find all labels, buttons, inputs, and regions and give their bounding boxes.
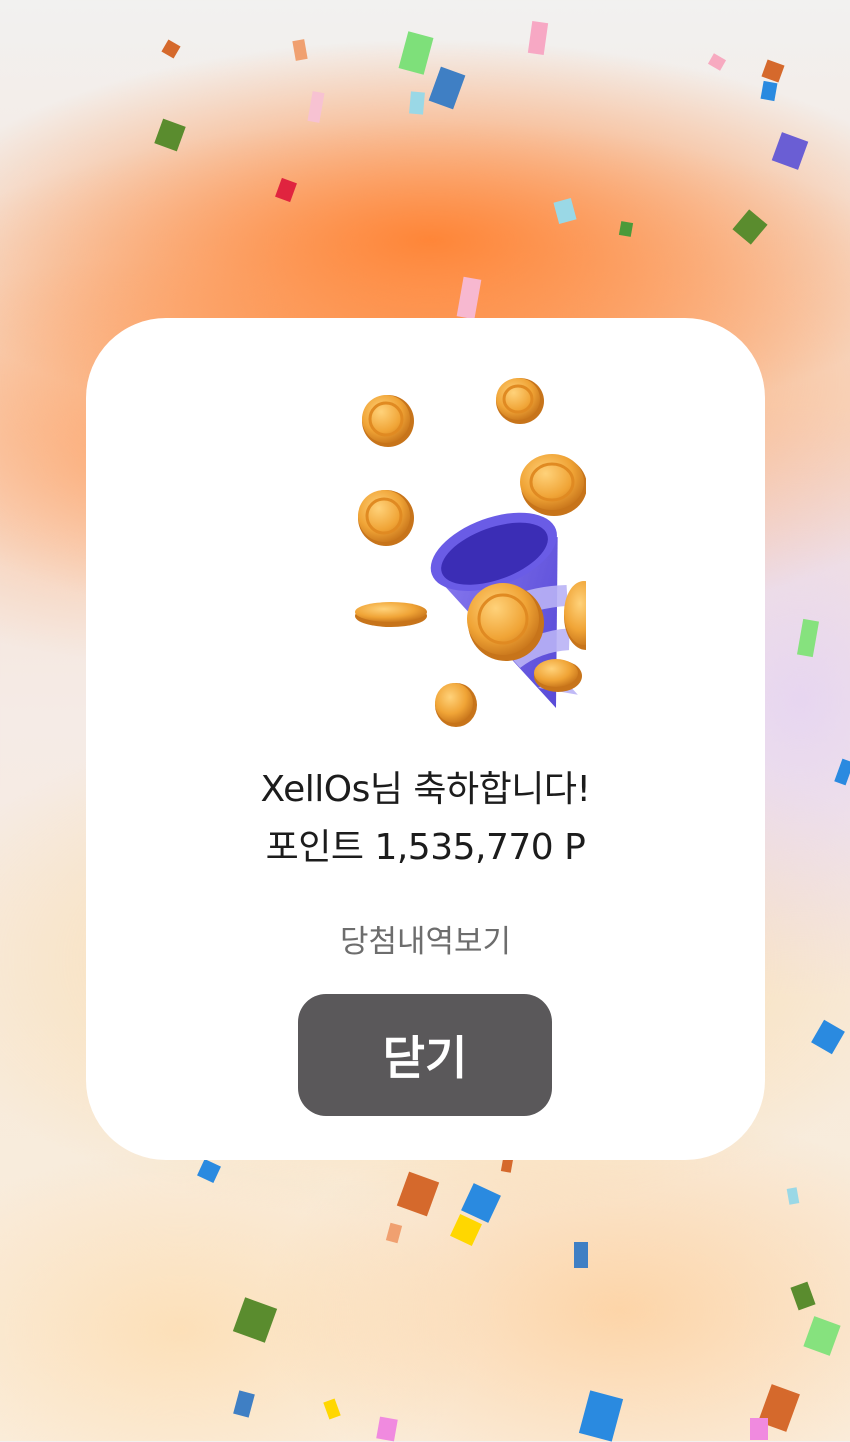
confetti-piece bbox=[154, 118, 186, 152]
confetti-piece bbox=[428, 66, 466, 110]
points-amount: 포인트 1,535,770 P bbox=[265, 827, 586, 868]
confetti-piece bbox=[323, 1398, 341, 1420]
confetti-piece bbox=[790, 1281, 816, 1311]
confetti-piece bbox=[456, 276, 482, 320]
confetti-piece bbox=[385, 1222, 403, 1244]
confetti-piece bbox=[376, 1416, 398, 1442]
reward-dialog: XellOs님 축하합니다! 포인트 1,535,770 P 당첨내역보기 닫기 bbox=[86, 318, 765, 1160]
confetti-piece bbox=[761, 59, 785, 83]
confetti-piece bbox=[786, 1187, 800, 1205]
congratulations-message: XellOs님 축하합니다! bbox=[260, 769, 591, 810]
view-history-link[interactable]: 당첨내역보기 bbox=[86, 922, 765, 962]
confetti-piece bbox=[574, 1242, 588, 1268]
confetti-piece bbox=[409, 91, 425, 115]
confetti-piece bbox=[618, 221, 634, 237]
confetti-piece bbox=[750, 1418, 768, 1440]
confetti-piece bbox=[161, 39, 181, 59]
confetti-piece bbox=[803, 1316, 841, 1356]
confetti-piece bbox=[275, 177, 297, 203]
confetti-piece bbox=[796, 618, 820, 658]
confetti-piece bbox=[450, 1214, 482, 1246]
confetti-piece bbox=[760, 80, 778, 102]
confetti-piece bbox=[197, 1159, 221, 1183]
confetti-piece bbox=[578, 1390, 624, 1442]
close-button[interactable]: 닫기 bbox=[298, 994, 552, 1116]
confetti-piece bbox=[771, 132, 809, 170]
party-popper-coins-icon bbox=[266, 358, 666, 728]
confetti-piece bbox=[233, 1390, 255, 1418]
confetti-piece bbox=[834, 758, 850, 786]
confetti-piece bbox=[732, 209, 768, 245]
confetti-piece bbox=[398, 31, 434, 75]
confetti-piece bbox=[307, 91, 325, 123]
confetti-piece bbox=[527, 21, 549, 55]
confetti-piece bbox=[232, 1297, 278, 1343]
confetti-piece bbox=[396, 1171, 440, 1217]
confetti-piece bbox=[707, 53, 727, 71]
confetti-piece bbox=[553, 198, 577, 224]
confetti-piece bbox=[292, 39, 308, 61]
confetti-piece bbox=[811, 1019, 845, 1055]
